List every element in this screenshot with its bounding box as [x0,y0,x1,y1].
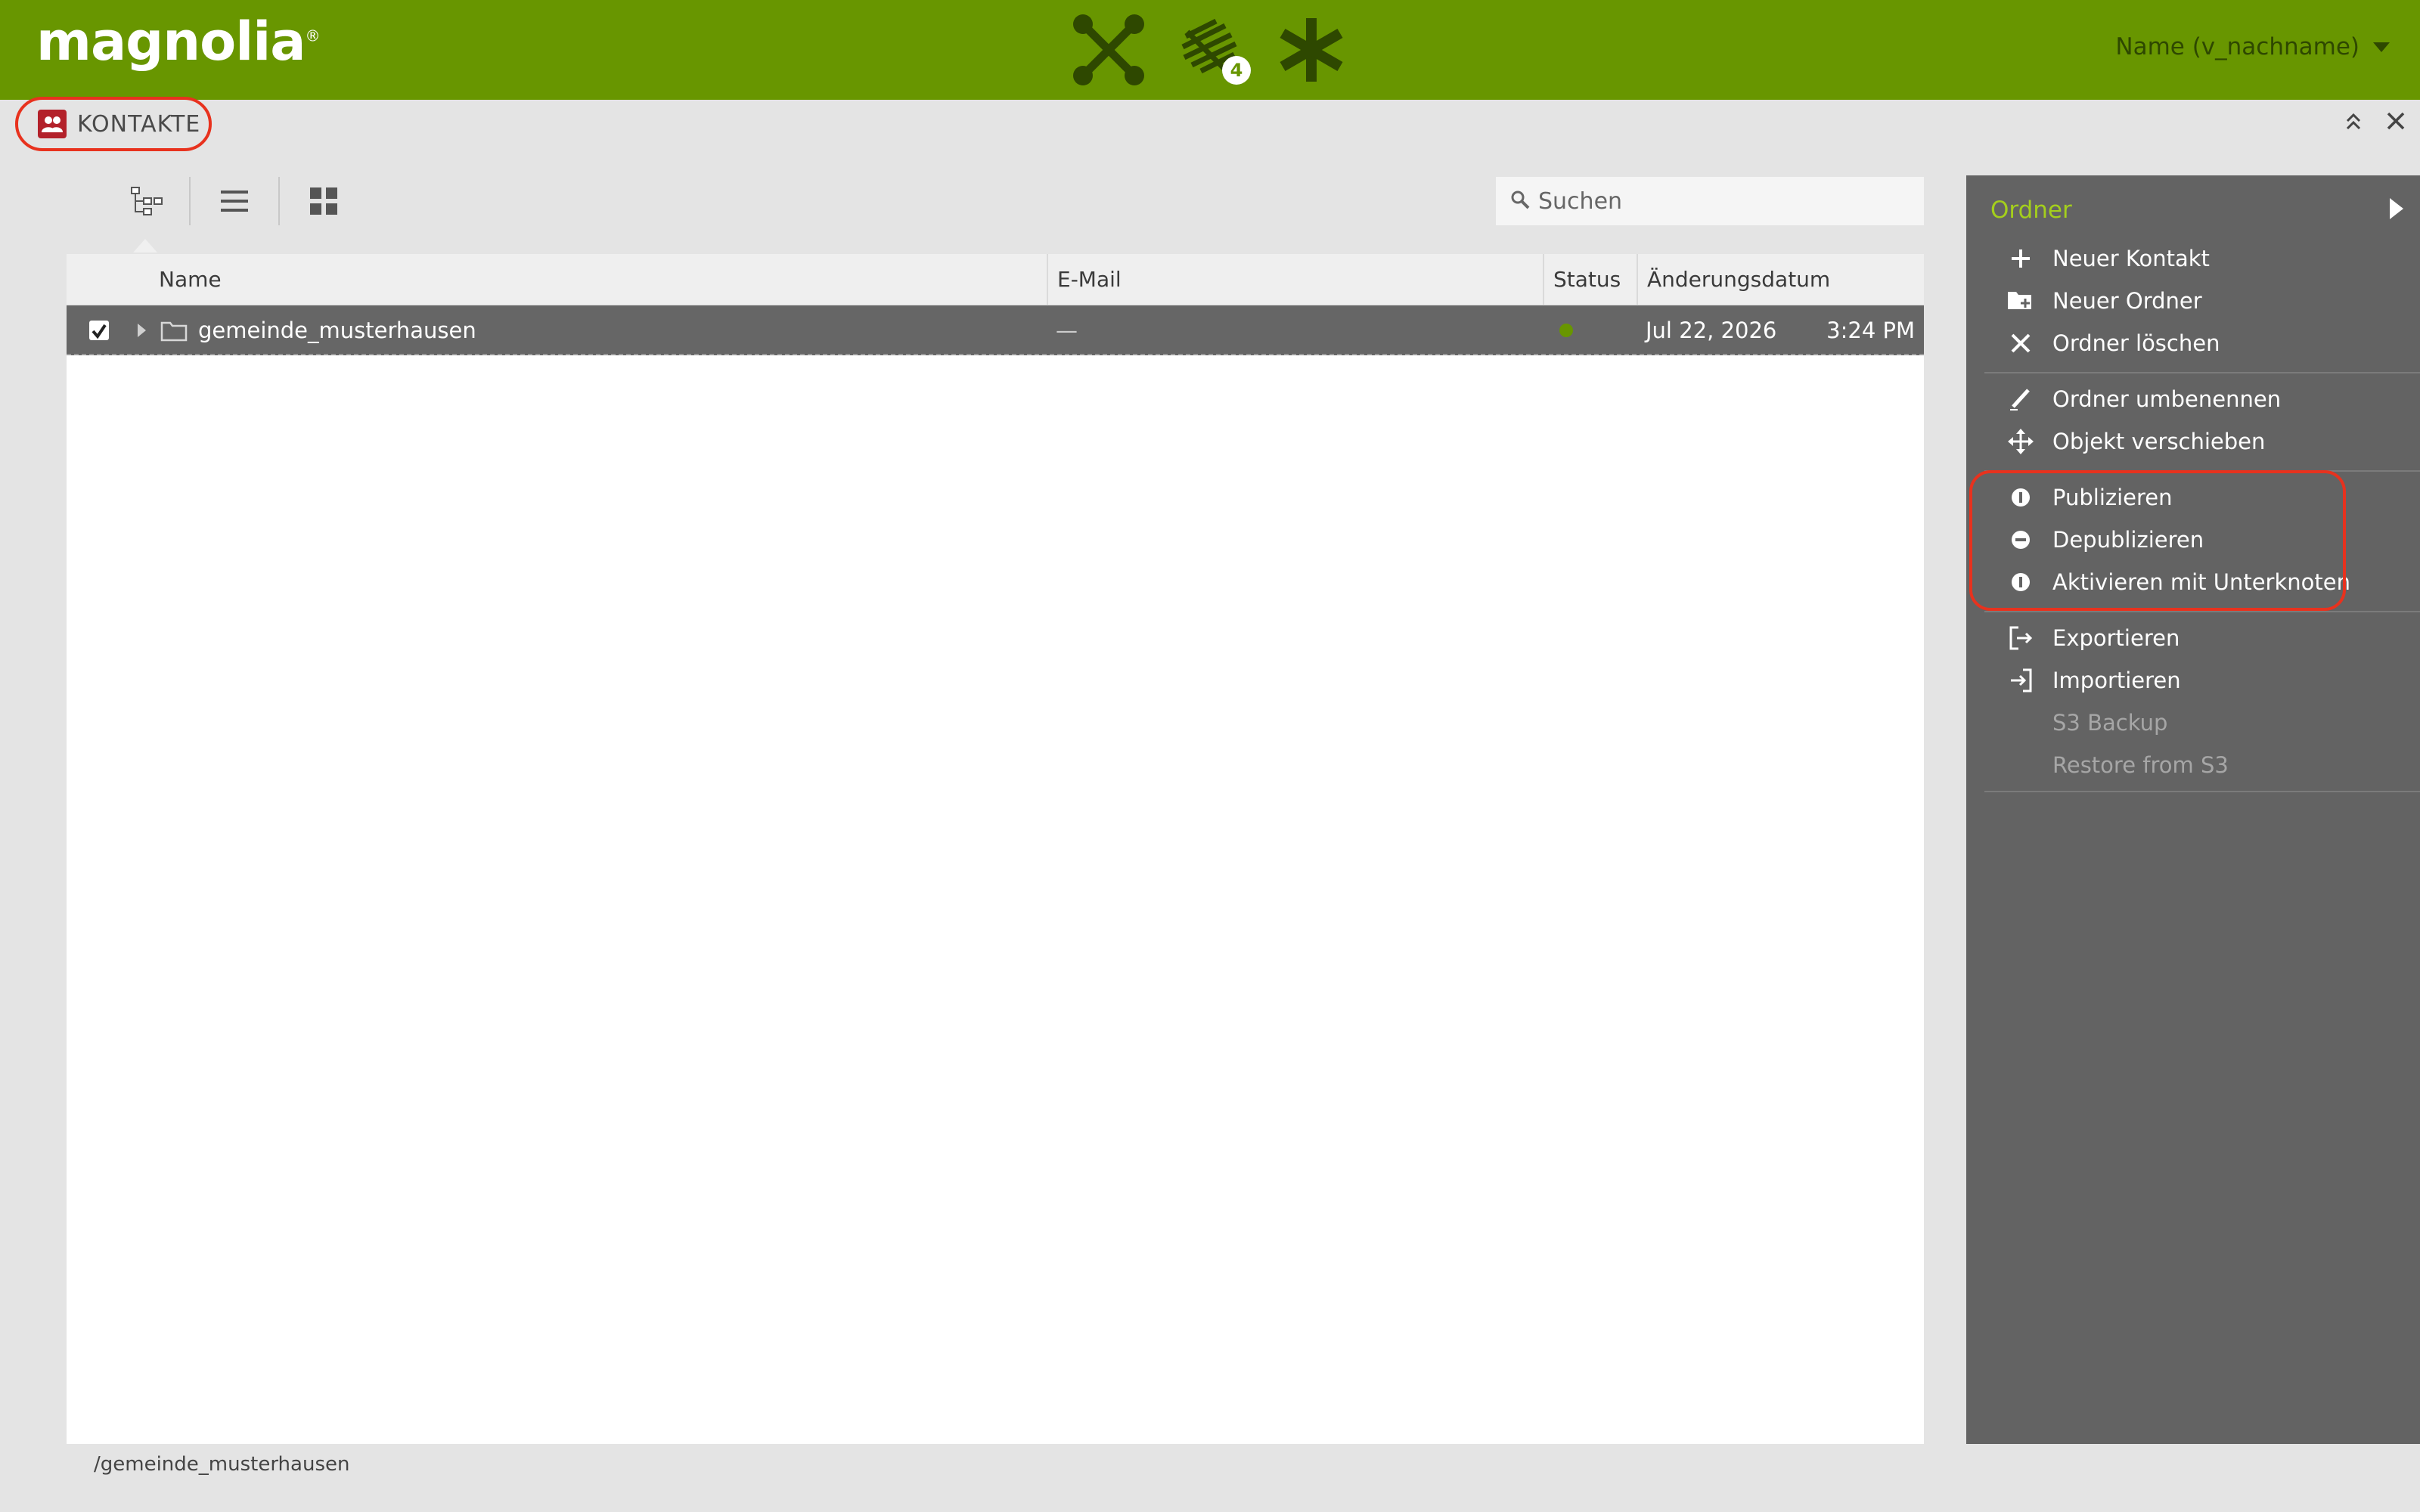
action-label: Exportieren [2052,625,2180,651]
action-label: Restore from S3 [2052,752,2229,778]
collapse-icon[interactable] [2338,106,2369,136]
action-separator [1984,611,2420,612]
search-input[interactable] [1538,187,1901,215]
tasks-badge: 4 [1222,56,1251,85]
row-date: Jul 22, 2026 [1646,318,1777,343]
thumbnail-view-icon[interactable] [301,178,346,224]
app-tab-kontakte[interactable]: KONTAKTE [15,97,212,151]
action-label: Ordner umbenennen [2052,386,2282,412]
row-name: gemeinde_musterhausen [198,318,476,343]
contacts-icon [38,110,67,138]
close-icon[interactable] [2381,106,2411,136]
logo-mark: ® [305,26,320,45]
top-bar: magnolia® 4 Name (v_nachname) [0,0,2420,100]
logo-text: magnolia [36,11,306,73]
user-name: Name (v_nachname) [2115,33,2360,60]
action-bar-section-title[interactable]: Ordner [1990,197,2072,224]
collapse-actionbar-icon[interactable] [2390,198,2403,219]
search-icon [1509,189,1531,213]
action-restore-s3[interactable]: Restore from S3 [1966,744,2420,786]
content-grid: Name E-Mail Status Änderungsdatum gemein… [67,254,1924,1444]
magnolia-logo[interactable]: magnolia® [36,11,320,73]
move-icon [2006,426,2036,457]
row-checkbox[interactable] [89,321,109,340]
action-label: Objekt verschieben [2052,429,2266,454]
action-new-folder[interactable]: Neuer Ordner [1966,280,2420,322]
edit-icon [2006,384,2036,414]
view-divider [278,177,280,225]
table-row[interactable]: gemeinde_musterhausen — Jul 22, 2026 3:2… [67,305,1924,355]
view-divider [189,177,191,225]
action-label: S3 Backup [2052,710,2168,736]
app-title: KONTAKTE [77,110,201,138]
column-header-status[interactable]: Status [1543,254,1637,305]
action-delete-folder[interactable]: Ordner löschen [1966,322,2420,364]
action-s3-backup[interactable]: S3 Backup [1966,702,2420,744]
expand-arrow-icon[interactable] [138,324,146,337]
search-box[interactable] [1496,177,1924,225]
list-view-icon[interactable] [212,178,257,224]
action-separator [1984,372,2420,373]
chevron-down-icon [2373,42,2390,52]
row-email: — [1056,318,1078,343]
tree-view-icon[interactable] [124,178,169,224]
add-icon [2006,243,2036,274]
action-label: Ordner löschen [2052,330,2220,356]
action-label: Importieren [2052,668,2181,693]
column-header-modified[interactable]: Änderungsdatum [1637,254,1924,305]
column-header-name[interactable]: Name [150,254,1112,305]
active-view-pointer [133,239,157,253]
action-export[interactable]: Exportieren [1966,617,2420,659]
tools-cross-icon[interactable] [1071,14,1146,86]
status-published-icon [1559,324,1573,337]
add-folder-icon [2006,286,2036,316]
action-bar: Ordner Neuer Kontakt Neuer Ordner Ordner… [1966,175,2420,1444]
annotation-highlight [1969,470,2346,611]
action-rename-folder[interactable]: Ordner umbenennen [1966,378,2420,420]
delete-icon [2006,328,2036,358]
export-icon [2006,623,2036,653]
import-icon [2006,665,2036,696]
action-separator [1984,791,2420,792]
selected-path: /gemeinde_musterhausen [94,1453,350,1476]
action-label: Neuer Kontakt [2052,246,2210,271]
user-menu[interactable]: Name (v_nachname) [2115,33,2390,60]
action-label: Neuer Ordner [2052,288,2202,314]
grid-header: Name E-Mail Status Änderungsdatum [67,254,1924,305]
action-move-item[interactable]: Objekt verschieben [1966,420,2420,463]
column-header-email[interactable]: E-Mail [1047,254,1546,305]
asterisk-favorites-icon[interactable] [1274,14,1349,86]
row-time: 3:24 PM [1826,318,1915,343]
action-new-contact[interactable]: Neuer Kontakt [1966,237,2420,280]
action-import[interactable]: Importieren [1966,659,2420,702]
folder-icon [160,319,188,347]
